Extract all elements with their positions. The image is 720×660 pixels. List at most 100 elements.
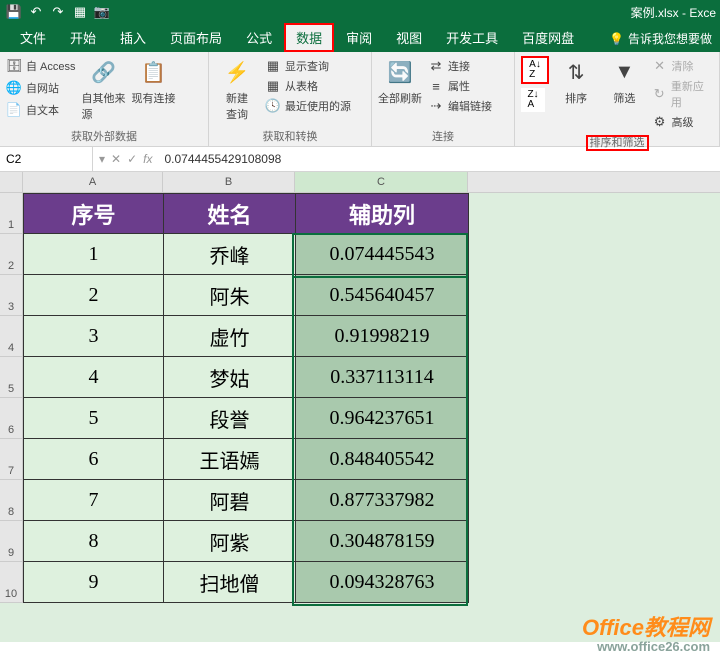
cell[interactable]: 阿紫 [164,521,296,562]
header-aux[interactable]: 辅助列 [296,193,469,234]
col-header-b[interactable]: B [163,172,295,192]
cell[interactable]: 段誉 [164,398,296,439]
from-text-button[interactable]: 📄自文本 [6,100,76,120]
reapply-button[interactable]: ↻重新应用 [652,76,713,112]
ribbon-tabs: 文件 开始 插入 页面布局 公式 数据 审阅 视图 开发工具 百度网盘 💡告诉我… [0,24,720,52]
watermark: Office教程网 www.office26.com [582,616,710,654]
cell[interactable]: 0.877337982 [296,480,469,521]
connections-button[interactable]: ⇄连接 [428,56,492,76]
from-other-button[interactable]: 🔗自其他来源 [82,56,126,122]
fx-icon[interactable]: fx [143,152,152,166]
tab-layout[interactable]: 页面布局 [158,23,234,52]
redo-button[interactable]: ↷ [48,2,68,22]
row-header[interactable]: 10 [0,562,23,603]
row-header[interactable]: 2 [0,234,23,275]
from-access-button[interactable]: 🗄自 Access [6,56,76,76]
table-header-row: 1 序号 姓名 辅助列 [0,193,720,234]
group-external-data: 🗄自 Access 🌐自网站 📄自文本 🔗自其他来源 📋现有连接 获取外部数据 [0,52,209,146]
col-header-a[interactable]: A [23,172,163,192]
new-query-button[interactable]: ⚡新建 查询 [215,56,259,122]
sort-button[interactable]: ⇅排序 [555,56,597,106]
cell[interactable]: 虚竹 [164,316,296,357]
row-header[interactable]: 8 [0,480,23,521]
tab-home[interactable]: 开始 [58,23,108,52]
filter-button[interactable]: ▼筛选 [603,56,645,106]
show-queries-button[interactable]: ▦显示查询 [265,56,351,76]
edit-links-button[interactable]: ⇢编辑链接 [428,96,492,116]
row-header-1[interactable]: 1 [0,193,23,234]
row-header[interactable]: 7 [0,439,23,480]
cell[interactable]: 0.304878159 [296,521,469,562]
camera-button[interactable]: 📷 [92,2,112,22]
cell[interactable]: 0.964237651 [296,398,469,439]
refresh-all-button[interactable]: 🔄全部刷新 [378,56,422,106]
header-seq[interactable]: 序号 [23,193,164,234]
save-button[interactable]: 💾 [4,2,24,22]
edit-links-label: 编辑链接 [448,98,492,114]
sort-za-button[interactable]: Z↓A [521,88,545,112]
table-row: 5 4 梦姑 0.337113114 [0,357,720,398]
row-header[interactable]: 6 [0,398,23,439]
tab-insert[interactable]: 插入 [108,23,158,52]
formula-value[interactable]: 0.0744455429108098 [159,152,288,166]
worksheet[interactable]: A B C 1 序号 姓名 辅助列 2 1 乔峰 0.074445543 3 2… [0,172,720,642]
cell[interactable]: 0.848405542 [296,439,469,480]
name-box[interactable]: C2 [0,147,93,171]
tab-baidu[interactable]: 百度网盘 [510,23,586,52]
access-icon: 🗄 [6,58,22,74]
advanced-filter-button[interactable]: ⚙高级 [652,112,713,132]
row-header[interactable]: 5 [0,357,23,398]
cell[interactable]: 梦姑 [164,357,296,398]
tab-dev[interactable]: 开发工具 [434,23,510,52]
cell[interactable]: 阿碧 [164,480,296,521]
enter-icon[interactable]: ✓ [127,152,137,166]
from-table-button[interactable]: ▦从表格 [265,76,351,96]
cell[interactable]: 王语嫣 [164,439,296,480]
clear-filter-button[interactable]: ✕清除 [652,56,713,76]
tab-file[interactable]: 文件 [8,23,58,52]
col-header-c[interactable]: C [295,172,468,192]
cell[interactable]: 扫地僧 [164,562,296,603]
properties-button[interactable]: ≡属性 [428,76,492,96]
cell[interactable]: 乔峰 [164,234,296,275]
from-web-button[interactable]: 🌐自网站 [6,78,76,98]
row-header[interactable]: 4 [0,316,23,357]
cell[interactable]: 4 [23,357,164,398]
cell[interactable]: 3 [23,316,164,357]
cell[interactable]: 5 [23,398,164,439]
dropdown-icon[interactable]: ▾ [99,152,105,166]
cell[interactable]: 1 [23,234,164,275]
cancel-icon[interactable]: ✕ [111,152,121,166]
existing-conn-button[interactable]: 📋现有连接 [132,56,176,106]
tab-formulas[interactable]: 公式 [234,23,284,52]
sort-az-button[interactable]: A↓Z [521,56,549,84]
recent-sources-button[interactable]: 🕓最近使用的源 [265,96,351,116]
tab-review[interactable]: 审阅 [334,23,384,52]
row-header[interactable]: 3 [0,275,23,316]
cell[interactable]: 2 [23,275,164,316]
cell[interactable]: 0.545640457 [296,275,469,316]
cell[interactable]: 0.91998219 [296,316,469,357]
cell[interactable]: 0.337113114 [296,357,469,398]
cell[interactable]: 阿朱 [164,275,296,316]
table-row: 7 6 王语嫣 0.848405542 [0,439,720,480]
cell[interactable]: 7 [23,480,164,521]
tab-data[interactable]: 数据 [284,23,334,52]
tell-me[interactable]: 💡告诉我您想要做 [601,25,720,52]
document-title: 案例.xlsx - Exce [631,4,716,21]
new-button[interactable]: ▦ [70,2,90,22]
tab-view[interactable]: 视图 [384,23,434,52]
cell[interactable]: 0.094328763 [296,562,469,603]
row-header[interactable]: 9 [0,521,23,562]
reapply-icon: ↻ [652,86,667,102]
sort-az-icon: A↓Z [529,60,541,80]
cell[interactable]: 8 [23,521,164,562]
cell[interactable]: 6 [23,439,164,480]
select-all-corner[interactable] [0,172,23,192]
table-row: 9 8 阿紫 0.304878159 [0,521,720,562]
cell[interactable]: 0.074445543 [296,234,469,275]
cell[interactable]: 9 [23,562,164,603]
sort-label: 排序 [565,90,587,106]
header-name[interactable]: 姓名 [164,193,296,234]
undo-button[interactable]: ↶ [26,2,46,22]
